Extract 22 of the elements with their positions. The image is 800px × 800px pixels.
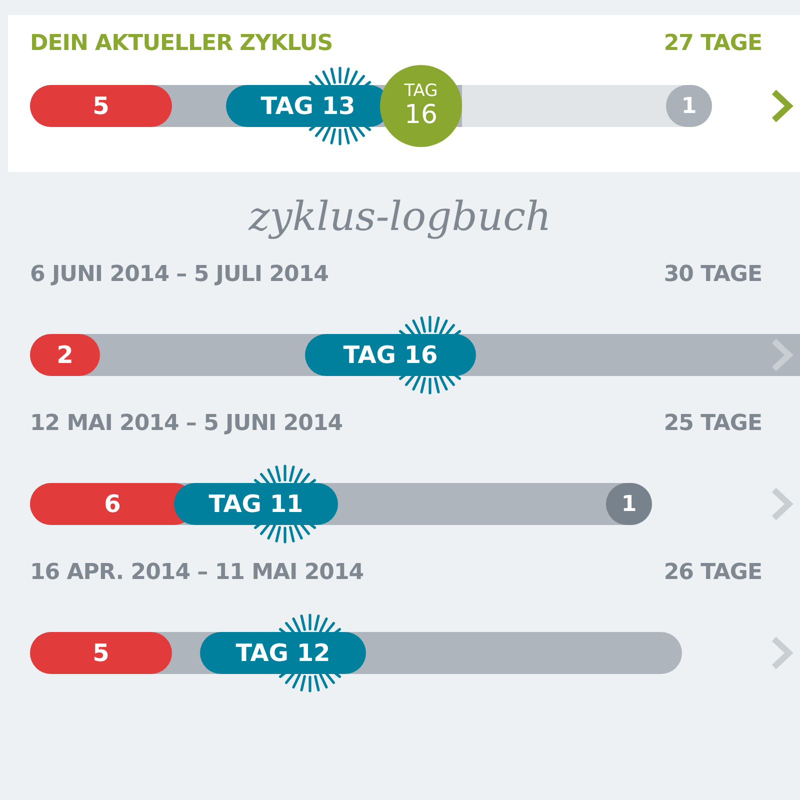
period-pill: 5	[30, 85, 172, 127]
ovulation-pill: TAG 16	[305, 334, 476, 376]
day-count-badge: 1	[606, 483, 652, 525]
ovulation-pill: TAG 11	[174, 483, 338, 525]
cycle-length: 26 TAGE	[664, 560, 762, 585]
date-range: 12 MAI 2014 – 5 JUNI 2014	[30, 411, 343, 436]
chevron-right-icon[interactable]	[770, 337, 794, 373]
chevron-right-icon[interactable]	[770, 635, 794, 671]
chevron-right-icon[interactable]	[770, 486, 794, 522]
period-pill: 5	[30, 632, 172, 674]
card-title: DEIN AKTUELLER ZYKLUS	[30, 31, 333, 56]
chevron-right-icon[interactable]	[770, 88, 794, 124]
cycle-length: 30 TAGE	[664, 262, 762, 287]
ovulation-pill: TAG 12	[200, 632, 366, 674]
cycle-length: 25 TAGE	[664, 411, 762, 436]
period-pill: 2	[30, 334, 100, 376]
cycle-length: 27 TAGE	[664, 31, 762, 56]
day-count-badge: 1	[666, 85, 712, 127]
section-title: zyklus-logbuch	[247, 194, 552, 240]
today-badge: TAG 16	[380, 65, 462, 147]
date-range: 6 JUNI 2014 – 5 JULI 2014	[30, 262, 328, 287]
date-range: 16 APR. 2014 – 11 MAI 2014	[30, 560, 364, 585]
